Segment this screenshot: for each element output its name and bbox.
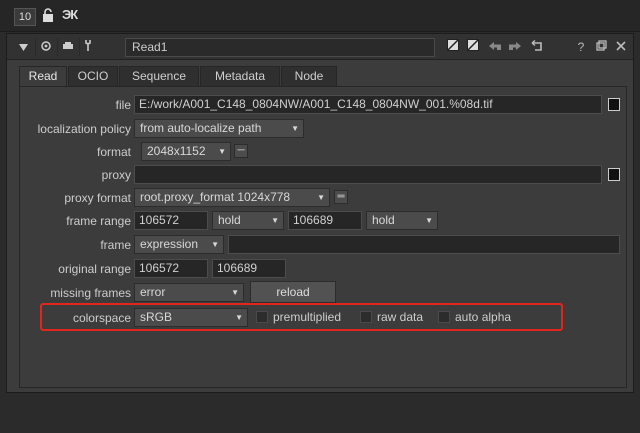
frame-range-label: frame range [66, 214, 131, 228]
node-color-icon[interactable] [57, 38, 77, 56]
localization-policy-dropdown[interactable]: from auto-localize path ▼ [134, 119, 304, 138]
format-label: format [96, 145, 131, 159]
proxy-format-dropdown[interactable]: root.proxy_format 1024x778 ▼ [134, 188, 330, 207]
close-icon[interactable] [612, 38, 630, 56]
chevron-down-icon: ▼ [291, 124, 299, 133]
chevron-down-icon: ▼ [425, 216, 433, 225]
localization-policy-label: localization policy [37, 122, 131, 136]
frame-mode-dropdown[interactable]: expression ▼ [134, 235, 224, 254]
float-icon[interactable] [592, 38, 610, 56]
localization-policy-value: from auto-localize path [140, 121, 262, 135]
tab-node[interactable]: Node [281, 66, 337, 86]
panel-count[interactable]: 10 [14, 8, 36, 26]
missing-frames-dropdown[interactable]: error ▼ [134, 283, 244, 302]
proxy-format-edit-button[interactable]: ═ [334, 190, 348, 204]
original-range-start-field[interactable]: 106572 [134, 259, 208, 278]
format-edit-button[interactable]: ─ [234, 144, 248, 158]
app-logo: ЭК [62, 7, 78, 22]
lock-icon[interactable] [42, 8, 54, 25]
frame-label: frame [100, 238, 131, 252]
tab-ocio[interactable]: OCIO [68, 66, 118, 86]
center-node-icon[interactable] [35, 38, 55, 56]
proxy-format-value: root.proxy_format 1024x778 [140, 190, 291, 204]
missing-frames-value: error [140, 285, 166, 299]
revert-icon[interactable] [528, 38, 546, 56]
colorspace-highlight-box [40, 303, 563, 331]
undo-icon[interactable] [486, 38, 504, 56]
file-browse-icon[interactable] [608, 98, 620, 111]
frame-mode-value: expression [140, 237, 199, 251]
frame-range-end-mode-value: hold [372, 213, 395, 227]
chevron-down-icon: ▼ [271, 216, 279, 225]
output-color-icon[interactable] [464, 38, 482, 56]
missing-frames-label: missing frames [50, 286, 131, 300]
frame-range-start-mode-dropdown[interactable]: hold ▼ [212, 211, 284, 230]
reload-button[interactable]: reload [250, 281, 336, 303]
frame-range-start-mode-value: hold [218, 213, 241, 227]
tab-sequence[interactable]: Sequence [119, 66, 199, 86]
proxy-path-field[interactable] [134, 165, 602, 184]
proxy-browse-icon[interactable] [608, 168, 620, 181]
read-tab-content: file E:/work/A001_C148_0804NW/A001_C148_… [19, 86, 627, 388]
chevron-down-icon: ▼ [218, 147, 226, 156]
help-icon[interactable]: ? [572, 38, 590, 56]
collapse-icon[interactable] [13, 38, 33, 56]
frame-expression-field[interactable] [228, 235, 620, 254]
proxy-label: proxy [101, 168, 131, 182]
format-dropdown[interactable]: 2048x1152 ▼ [141, 142, 231, 161]
panel-titlebar: Read1 ? [7, 34, 633, 60]
wrench-icon[interactable] [79, 38, 99, 56]
proxy-format-label: proxy format [64, 191, 131, 205]
input-color-icon[interactable] [444, 38, 462, 56]
node-name-field[interactable]: Read1 [125, 38, 435, 57]
file-label: file [115, 98, 131, 112]
redo-icon[interactable] [506, 38, 524, 56]
frame-range-start-field[interactable]: 106572 [134, 211, 208, 230]
frame-range-end-mode-dropdown[interactable]: hold ▼ [366, 211, 438, 230]
properties-panel: Read1 ? Read OCIO Sequence Metadata Node [6, 33, 634, 393]
file-path-field[interactable]: E:/work/A001_C148_0804NW/A001_C148_0804N… [134, 95, 602, 114]
top-toolbar: 10 ЭК [0, 0, 640, 32]
format-value: 2048x1152 [147, 144, 206, 158]
frame-range-end-field[interactable]: 106689 [288, 211, 362, 230]
chevron-down-icon: ▼ [211, 240, 219, 249]
chevron-down-icon: ▼ [231, 288, 239, 297]
original-range-label: original range [58, 262, 131, 276]
chevron-down-icon: ▼ [317, 193, 325, 202]
tab-metadata[interactable]: Metadata [200, 66, 280, 86]
tab-read[interactable]: Read [19, 66, 67, 86]
original-range-end-field[interactable]: 106689 [212, 259, 286, 278]
